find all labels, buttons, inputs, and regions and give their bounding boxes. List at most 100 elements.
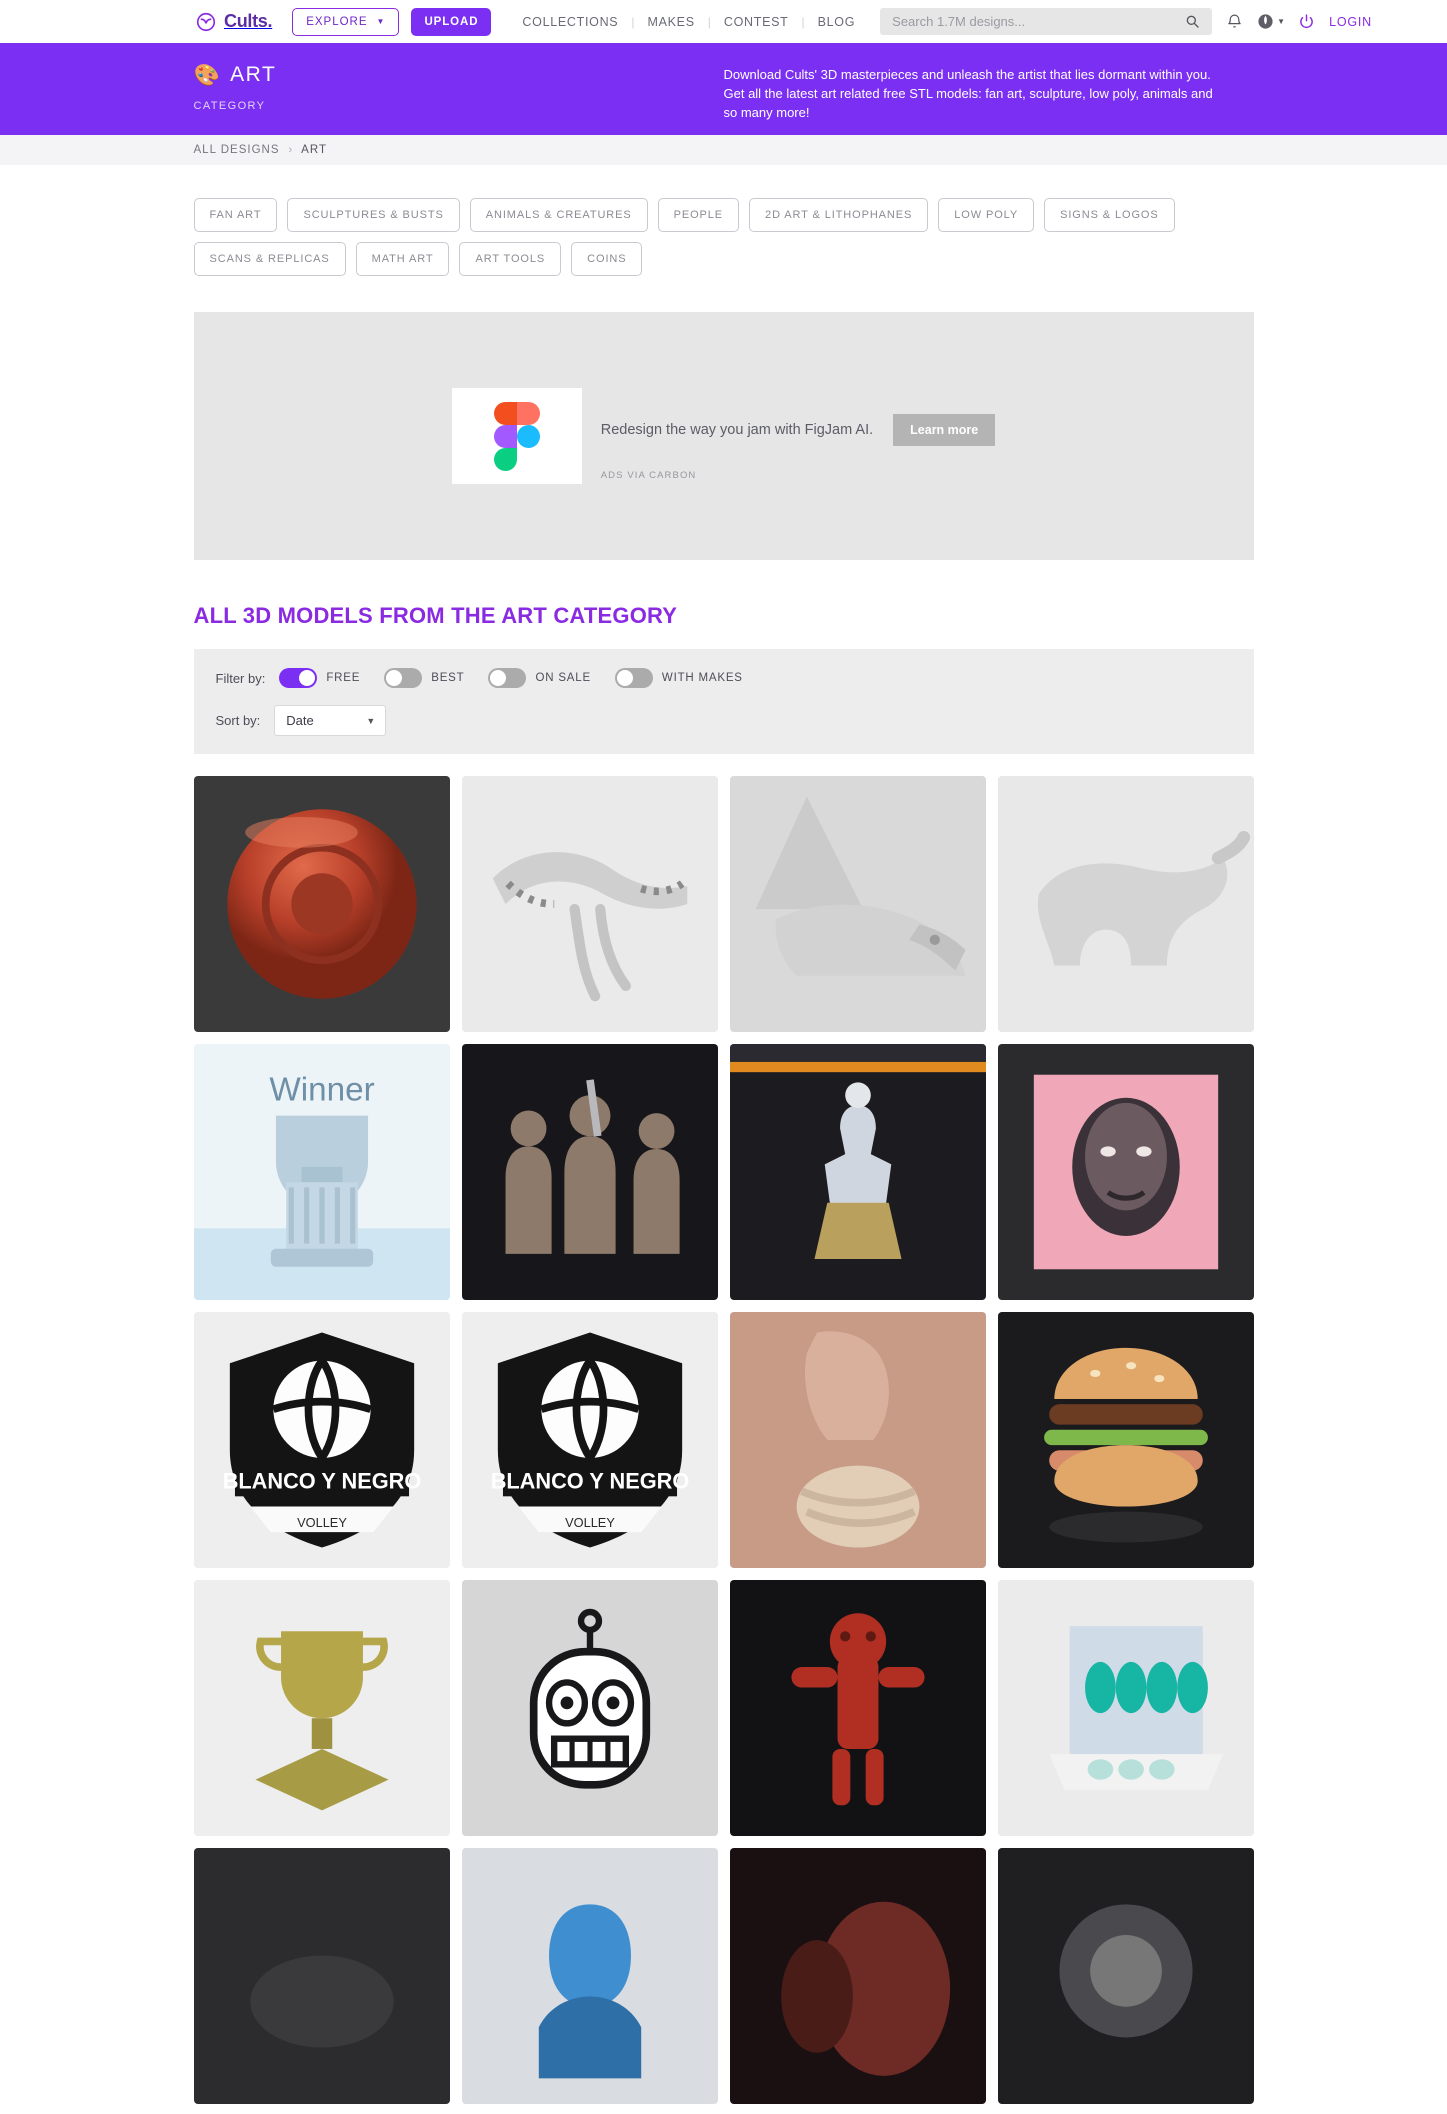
tag-2d-art-lithophanes[interactable]: 2D ART & LITHOPHANES bbox=[749, 198, 929, 232]
site-logo[interactable]: Cults. bbox=[195, 11, 273, 33]
orc-warrior-minis-thumbnail bbox=[461, 1044, 718, 1300]
tag-coins[interactable]: COINS bbox=[571, 242, 643, 276]
model-card[interactable] bbox=[729, 1044, 986, 1300]
model-card[interactable] bbox=[997, 776, 1254, 1032]
toggle-with-makes[interactable] bbox=[614, 668, 653, 688]
svg-text:VOLLEY: VOLLEY bbox=[297, 1515, 347, 1530]
model-card[interactable] bbox=[461, 1580, 718, 1836]
toggle-knob bbox=[386, 670, 403, 686]
toggle-label-free: FREE bbox=[326, 672, 361, 684]
filter-by-label: Filter by: bbox=[215, 670, 266, 686]
model-card[interactable]: BLANCO Y NEGRO VOLLEY bbox=[461, 1312, 718, 1568]
model-card[interactable] bbox=[729, 776, 986, 1032]
chevron-down-icon: ▼ bbox=[376, 16, 386, 26]
model-card[interactable] bbox=[997, 1044, 1254, 1300]
site-logo-text: Cults. bbox=[224, 11, 273, 31]
model-card[interactable] bbox=[461, 776, 718, 1032]
ad-learn-more-button[interactable]: Learn more bbox=[893, 414, 996, 446]
nav-link-makes[interactable]: MAKES bbox=[634, 15, 707, 29]
breadcrumb-item-all-designs[interactable]: ALL DESIGNS bbox=[194, 144, 280, 156]
sculpted-hand-print-thumbnail bbox=[729, 1312, 986, 1568]
sort-by-label: Sort by: bbox=[215, 713, 261, 728]
top-navigation-bar: Cults. EXPLORE ▼ UPLOAD COLLECTIONS | MA… bbox=[0, 0, 1447, 43]
model-card[interactable] bbox=[193, 1848, 450, 2104]
power-icon[interactable] bbox=[1298, 13, 1316, 31]
tag-art-tools[interactable]: ART TOOLS bbox=[459, 242, 562, 276]
main-content: FAN ART SCULPTURES & BUSTS ANIMALS & CRE… bbox=[193, 165, 1254, 2114]
model-card[interactable] bbox=[729, 1312, 986, 1568]
nav-link-blog[interactable]: BLOG bbox=[805, 15, 869, 29]
teal-oval-panel-thumbnail bbox=[997, 1580, 1254, 1836]
dinosaur-head-closeup-thumbnail bbox=[729, 776, 986, 1032]
blue-character-bust-thumbnail bbox=[461, 1848, 718, 2104]
toggle-free[interactable] bbox=[279, 668, 318, 688]
search-box[interactable] bbox=[880, 8, 1213, 35]
nav-right-actions: ▼ LOGIN bbox=[1226, 13, 1372, 31]
primary-nav-links: COLLECTIONS | MAKES | CONTEST | BLOG bbox=[509, 15, 868, 29]
hero-description: Download Cults' 3D masterpieces and unle… bbox=[723, 67, 1213, 120]
model-card[interactable]: Winner bbox=[193, 1044, 450, 1300]
tag-signs-logos[interactable]: SIGNS & LOGOS bbox=[1044, 198, 1175, 232]
tag-low-poly[interactable]: LOW POLY bbox=[938, 198, 1035, 232]
toggle-on-sale[interactable] bbox=[488, 668, 527, 688]
model-card[interactable]: BLANCO Y NEGRO VOLLEY bbox=[193, 1312, 450, 1568]
advertisement-banner[interactable]: Redesign the way you jam with FigJam AI.… bbox=[193, 312, 1254, 560]
ad-attribution[interactable]: ADS VIA CARBON bbox=[601, 470, 996, 481]
category-hero-banner: 🎨 ART CATEGORY Download Cults' 3D master… bbox=[0, 43, 1447, 135]
hero-left-column: 🎨 ART CATEGORY bbox=[194, 63, 724, 135]
model-card[interactable] bbox=[461, 1044, 718, 1300]
model-grid: Winner BLANCO Y NEGRO VOLLEY BLANCO Y NEGRO… bbox=[193, 776, 1254, 2114]
model-card[interactable] bbox=[193, 1580, 450, 1836]
dinosaur-body-sculpt-thumbnail bbox=[997, 776, 1254, 1032]
breadcrumb-separator: › bbox=[288, 144, 293, 156]
tag-fan-art[interactable]: FAN ART bbox=[193, 198, 278, 232]
tag-sculptures-busts[interactable]: SCULPTURES & BUSTS bbox=[287, 198, 460, 232]
hero-subtitle: CATEGORY bbox=[193, 100, 266, 112]
nav-link-contest[interactable]: CONTEST bbox=[711, 15, 802, 29]
ad-text: Redesign the way you jam with FigJam AI. bbox=[600, 422, 874, 438]
model-card[interactable] bbox=[461, 1848, 718, 2104]
subcategory-tag-list: FAN ART SCULPTURES & BUSTS ANIMALS & CRE… bbox=[193, 165, 1254, 276]
model-card[interactable] bbox=[997, 1580, 1254, 1836]
search-input[interactable] bbox=[890, 13, 1185, 30]
hamburger-model-thumbnail bbox=[997, 1312, 1254, 1568]
bell-icon[interactable] bbox=[1226, 13, 1244, 31]
globe-icon[interactable]: ▼ bbox=[1257, 13, 1285, 31]
page-title: 🎨 ART bbox=[194, 63, 724, 87]
cults-logo-icon bbox=[195, 11, 217, 33]
tag-math-art[interactable]: MATH ART bbox=[355, 242, 450, 276]
nav-link-collections[interactable]: COLLECTIONS bbox=[509, 15, 631, 29]
tag-people[interactable]: PEOPLE bbox=[657, 198, 740, 232]
svg-text:BLANCO Y NEGRO: BLANCO Y NEGRO bbox=[490, 1469, 689, 1494]
breadcrumb: ALL DESIGNS › ART bbox=[194, 144, 1254, 156]
toggle-best[interactable] bbox=[384, 668, 423, 688]
gold-trophy-stand-thumbnail bbox=[193, 1580, 450, 1836]
victorian-lady-model-thumbnail bbox=[729, 1044, 986, 1300]
explore-button[interactable]: EXPLORE ▼ bbox=[292, 7, 400, 36]
dark-model-preview-thumbnail bbox=[193, 1848, 450, 2104]
portrait-lithophane-pink-thumbnail bbox=[997, 1044, 1254, 1300]
model-card[interactable] bbox=[729, 1580, 986, 1836]
section-title: ALL 3D MODELS FROM THE ART CATEGORY bbox=[193, 603, 678, 628]
login-link[interactable]: LOGIN bbox=[1329, 15, 1372, 29]
red-aztec-figure-thumbnail bbox=[729, 1580, 986, 1836]
svg-text:VOLLEY: VOLLEY bbox=[565, 1515, 615, 1530]
model-card[interactable] bbox=[729, 1848, 986, 2104]
tag-animals-creatures[interactable]: ANIMALS & CREATURES bbox=[469, 198, 648, 232]
bender-head-outline-thumbnail bbox=[461, 1580, 718, 1836]
blanco-y-negro-logo-b-thumbnail: BLANCO Y NEGRO VOLLEY bbox=[461, 1312, 718, 1568]
search-icon[interactable] bbox=[1184, 13, 1202, 31]
model-card[interactable] bbox=[997, 1312, 1254, 1568]
toggle-label-with-makes: WITH MAKES bbox=[661, 672, 743, 684]
toggle-label-on-sale: ON SALE bbox=[535, 672, 591, 684]
breadcrumb-item-art[interactable]: ART bbox=[301, 144, 327, 156]
toggle-knob bbox=[490, 670, 507, 686]
model-card[interactable] bbox=[997, 1848, 1254, 2104]
upload-button[interactable]: UPLOAD bbox=[411, 7, 492, 36]
filter-bar: Filter by: FREE BEST ON SALE WITH MAKES … bbox=[193, 649, 1254, 754]
model-card[interactable] bbox=[193, 776, 450, 1032]
palette-icon: 🎨 bbox=[193, 63, 222, 87]
monochrome-render-thumbnail bbox=[997, 1848, 1254, 2104]
tag-scans-replicas[interactable]: SCANS & REPLICAS bbox=[193, 242, 346, 276]
sort-select[interactable]: DatePopularityDownloadsLikesPrice bbox=[274, 705, 387, 736]
